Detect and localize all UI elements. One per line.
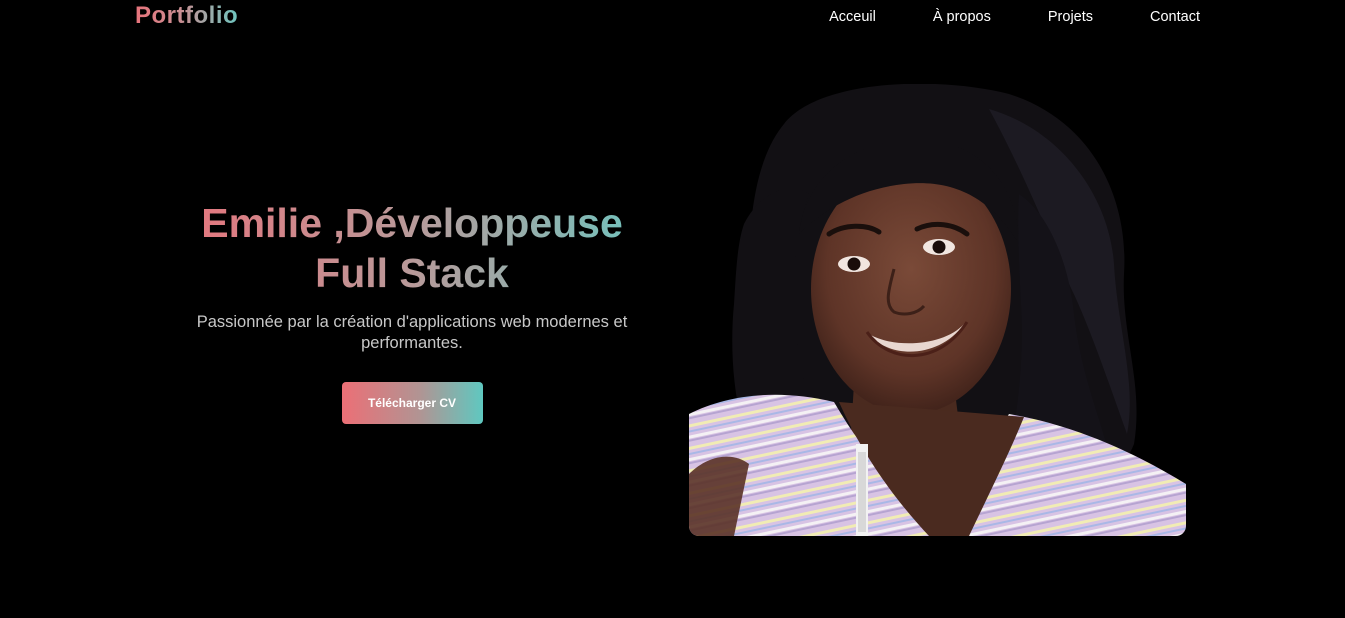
nav-link-contact[interactable]: Contact bbox=[1150, 8, 1200, 26]
hero-title-line2: Full Stack bbox=[315, 250, 509, 296]
download-cv-button[interactable]: Télécharger CV bbox=[341, 382, 483, 424]
portfolio-page: Portfolio Acceuil À propos Projets Conta… bbox=[0, 0, 1345, 618]
nav-link-projets[interactable]: Projets bbox=[1048, 8, 1093, 26]
main-nav: Acceuil À propos Projets Contact bbox=[829, 8, 1200, 26]
profile-photo bbox=[689, 84, 1186, 536]
hero-subtitle: Passionnée par la création d'application… bbox=[196, 313, 628, 352]
nav-link-a-propos[interactable]: À propos bbox=[933, 8, 991, 26]
hero-title-line1: Emilie ,Développeuse bbox=[201, 200, 623, 246]
site-header: Portfolio Acceuil À propos Projets Conta… bbox=[0, 0, 1345, 34]
nav-link-accueil[interactable]: Acceuil bbox=[829, 8, 876, 26]
hero-title: Emilie ,Développeuse Full Stack bbox=[170, 198, 654, 298]
logo-link[interactable]: Portfolio bbox=[135, 2, 238, 30]
profile-portrait-image bbox=[689, 84, 1186, 536]
hero-section: Emilie ,Développeuse Full Stack Passionn… bbox=[170, 198, 654, 424]
